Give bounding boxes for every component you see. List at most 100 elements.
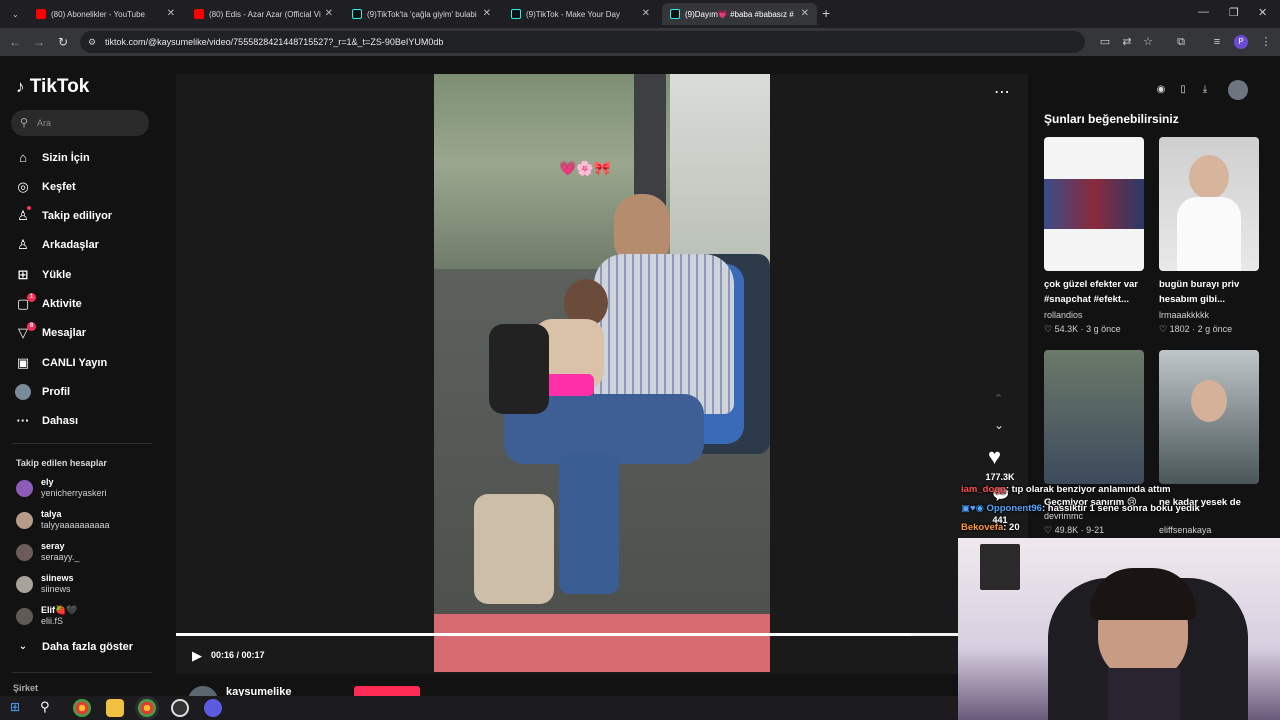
avatar xyxy=(16,480,33,497)
more-options-icon[interactable]: ⋯ xyxy=(994,82,1010,102)
video-thumbnail xyxy=(1159,137,1259,271)
close-tab-icon[interactable]: ✕ xyxy=(483,8,491,19)
nav-upload[interactable]: ⊞ Yükle xyxy=(15,265,72,285)
nav-following[interactable]: ♙ Takip ediliyor xyxy=(15,206,112,226)
avatar xyxy=(16,512,33,529)
user-avatar[interactable] xyxy=(1228,80,1248,100)
profile-avatar[interactable]: P xyxy=(1234,35,1248,49)
browser-tab[interactable]: (9)TikTok - Make Your Day ✕ xyxy=(503,3,658,25)
extensions-icon[interactable]: ⧉ xyxy=(1174,35,1188,49)
browser-tab-active[interactable]: (9)Dayım💗 #baba #babasız # ✕ xyxy=(662,3,817,25)
following-accounts-header: Takip edilen hesaplar xyxy=(16,458,107,468)
previous-video-icon[interactable]: ⌃ xyxy=(994,392,1003,405)
browser-menu-icon[interactable]: ⋮ xyxy=(1259,35,1273,49)
man-shirt xyxy=(594,254,734,414)
new-tab-button[interactable]: + xyxy=(822,5,830,21)
follow-button[interactable] xyxy=(354,686,420,696)
video-author[interactable]: rollandios xyxy=(1044,310,1083,320)
forward-button[interactable]: → xyxy=(32,35,46,49)
close-tab-icon[interactable]: ✕ xyxy=(167,8,175,19)
video-meta: ♡ 54.3K · 3 g önce xyxy=(1044,324,1121,334)
tiktok-note-icon: ♪ xyxy=(16,77,25,96)
restore-button[interactable]: ❐ xyxy=(1229,6,1239,19)
play-icon[interactable]: ▶ xyxy=(192,648,202,664)
nav-explore[interactable]: ◎ Keşfet xyxy=(15,177,75,197)
nav-friends[interactable]: ♙ Arkadaşlar xyxy=(15,235,99,255)
close-window-button[interactable]: ✕ xyxy=(1258,6,1267,19)
site-info-icon[interactable]: ⚙ xyxy=(88,31,96,53)
browser-tab[interactable]: (80) Abonelikler - YouTube ✕ xyxy=(28,3,183,25)
file-explorer-icon[interactable] xyxy=(106,699,124,717)
reload-button[interactable]: ↻ xyxy=(56,35,70,49)
show-more-button[interactable]: ⌄ Daha fazla göster xyxy=(15,637,133,657)
download-icon[interactable]: ⤓ xyxy=(1197,82,1213,98)
reading-list-icon[interactable]: ≡ xyxy=(1210,35,1224,49)
chat-badges-icon: ▣♥◉ xyxy=(961,503,987,514)
following-icon: ♙ xyxy=(15,206,31,224)
playback-time: 00:16 / 00:17 xyxy=(211,650,265,660)
browser-tab-strip: ⌄ (80) Abonelikler - YouTube ✕ (80) Edis… xyxy=(0,0,1280,28)
chevron-down-icon: ⌄ xyxy=(18,641,28,652)
windows-start-icon[interactable]: ⊞ xyxy=(10,700,20,714)
browser-tab[interactable]: (80) Edis - Azar Azar (Official Vi ✕ xyxy=(186,3,341,25)
nav-live[interactable]: ▣ CANLI Yayın xyxy=(15,353,107,373)
chat-username: Opponent96 xyxy=(986,503,1042,514)
progress-fill xyxy=(176,633,912,636)
nav-messages[interactable]: ▽ 8 Mesajlar xyxy=(15,322,86,343)
divider xyxy=(12,672,152,673)
app-icon[interactable] xyxy=(204,699,222,717)
video-caption: bugün burayı priv hesabım gibi... xyxy=(1159,279,1240,305)
video-author[interactable]: lrmaaakkkkk xyxy=(1159,310,1209,320)
chrome-icon[interactable] xyxy=(73,699,91,717)
footer-company-link[interactable]: Şirket xyxy=(13,683,38,693)
minimize-button[interactable]: — xyxy=(1198,6,1209,18)
close-tab-icon[interactable]: ✕ xyxy=(642,8,650,19)
nav-for-you[interactable]: ⌂ Sizin İçin xyxy=(15,148,90,168)
live-stream-icon[interactable]: ◉ xyxy=(1153,82,1169,98)
search-input[interactable]: ⚲ Ara xyxy=(11,110,149,136)
nav-activity[interactable]: ▢ 1 Aktivite xyxy=(15,293,82,314)
youtube-icon xyxy=(194,9,204,19)
close-tab-icon[interactable]: ✕ xyxy=(801,8,809,19)
video-stage[interactable]: 💗🌸🎀 ⋯ ⌃ ⌄ ♥ 177.3K 💬 441 ▶ 00:16 / 00:17… xyxy=(176,74,1028,716)
nav-more[interactable]: ··· Dahası xyxy=(15,411,79,431)
translate-icon[interactable]: ⇄ xyxy=(1120,35,1134,49)
video-player[interactable]: 💗🌸🎀 xyxy=(434,74,770,672)
video-sticker: 💗🌸🎀 xyxy=(559,160,612,176)
obs-icon[interactable] xyxy=(171,699,189,717)
profile-avatar xyxy=(15,384,31,400)
tiktok-logo[interactable]: ♪ TikTok xyxy=(16,76,89,98)
bookmark-star-icon[interactable]: ☆ xyxy=(1141,35,1155,49)
progress-bar[interactable] xyxy=(176,633,958,636)
upload-icon: ⊞ xyxy=(17,267,29,282)
more-icon: ··· xyxy=(16,413,30,428)
beige-bag xyxy=(474,494,554,604)
avatar xyxy=(16,544,33,561)
windows-taskbar: ⊞ ⚲ xyxy=(0,696,958,720)
messages-icon: ▽ 8 xyxy=(15,322,36,341)
streamer-shirt xyxy=(1108,668,1180,720)
install-app-icon[interactable]: ▭ xyxy=(1098,35,1112,49)
tiktok-icon xyxy=(511,9,521,19)
chrome-active-icon[interactable] xyxy=(138,699,156,717)
foreground-person xyxy=(434,614,770,672)
nav-profile[interactable]: Profil xyxy=(15,382,70,402)
chat-message: Bekovefa: 20 xyxy=(961,522,1020,533)
next-video-icon[interactable]: ⌄ xyxy=(994,418,1004,432)
tiktok-icon xyxy=(670,9,680,19)
poster xyxy=(980,544,1020,590)
tab-search-button[interactable]: ⌄ xyxy=(4,3,24,25)
browser-tab[interactable]: (9)TikTok'ta 'çağla giyim' bulabi ✕ xyxy=(344,3,499,25)
url-field[interactable]: ⚙ tiktok.com/@kaysumelike/video/75558284… xyxy=(80,31,1085,53)
like-heart-icon[interactable]: ♥ xyxy=(988,444,1001,470)
chat-username: Bekovefa xyxy=(961,522,1004,533)
man-legs xyxy=(559,454,619,594)
divider xyxy=(12,443,152,444)
back-button[interactable]: ← xyxy=(8,35,22,49)
activity-icon: ▢ 1 xyxy=(15,293,36,312)
search-icon[interactable]: ⚲ xyxy=(40,699,50,715)
search-icon: ⚲ xyxy=(20,117,29,129)
close-tab-icon[interactable]: ✕ xyxy=(325,8,333,19)
device-icon[interactable]: ▯ xyxy=(1175,82,1191,98)
avatar xyxy=(16,576,33,593)
